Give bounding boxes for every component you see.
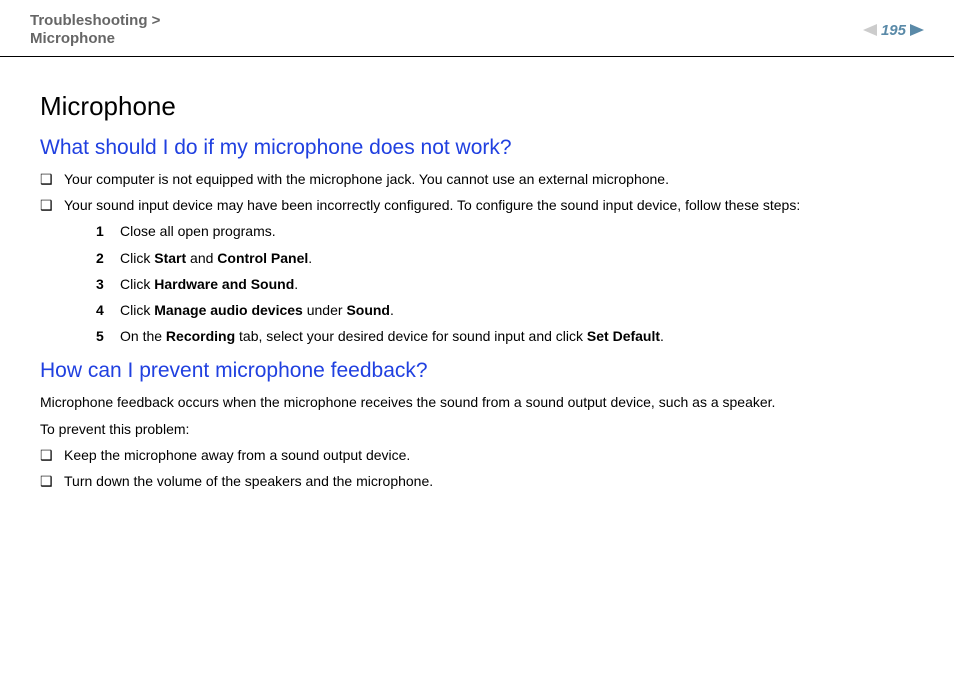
step-number: 5 bbox=[96, 327, 120, 345]
list-item: ❑ Keep the microphone away from a sound … bbox=[40, 446, 914, 464]
step-item: 1 Close all open programs. bbox=[96, 222, 914, 240]
breadcrumb-line1: Troubleshooting > bbox=[30, 12, 160, 30]
bullet-text: Your computer is not equipped with the m… bbox=[64, 170, 669, 188]
paragraph: Microphone feedback occurs when the micr… bbox=[40, 393, 914, 411]
step-text: Click Hardware and Sound. bbox=[120, 275, 298, 293]
section2-heading: How can I prevent microphone feedback? bbox=[40, 359, 914, 383]
section1-heading: What should I do if my microphone does n… bbox=[40, 136, 914, 160]
paragraph: To prevent this problem: bbox=[40, 420, 914, 438]
breadcrumb: Troubleshooting > Microphone bbox=[30, 12, 160, 48]
step-item: 5 On the Recording tab, select your desi… bbox=[96, 327, 914, 345]
breadcrumb-line2: Microphone bbox=[30, 30, 160, 48]
next-page-icon[interactable] bbox=[910, 24, 924, 36]
step-number: 4 bbox=[96, 301, 120, 319]
step-text: On the Recording tab, select your desire… bbox=[120, 327, 664, 345]
bullet-icon: ❑ bbox=[40, 196, 64, 214]
bullet-text: Keep the microphone away from a sound ou… bbox=[64, 446, 410, 464]
bullet-icon: ❑ bbox=[40, 446, 64, 464]
bullet-icon: ❑ bbox=[40, 170, 64, 188]
step-text: Click Manage audio devices under Sound. bbox=[120, 301, 394, 319]
page-title: Microphone bbox=[40, 91, 914, 122]
page-header: Troubleshooting > Microphone 195 bbox=[0, 0, 954, 57]
step-number: 3 bbox=[96, 275, 120, 293]
bullet-text: Turn down the volume of the speakers and… bbox=[64, 472, 433, 490]
step-item: 3 Click Hardware and Sound. bbox=[96, 275, 914, 293]
content-area: Microphone What should I do if my microp… bbox=[0, 57, 954, 518]
page-number: 195 bbox=[881, 22, 906, 39]
bullet-icon: ❑ bbox=[40, 472, 64, 490]
list-item: ❑ Your computer is not equipped with the… bbox=[40, 170, 914, 188]
step-number: 2 bbox=[96, 249, 120, 267]
step-text: Click Start and Control Panel. bbox=[120, 249, 312, 267]
step-item: 4 Click Manage audio devices under Sound… bbox=[96, 301, 914, 319]
list-item: ❑ Turn down the volume of the speakers a… bbox=[40, 472, 914, 490]
page-nav: 195 bbox=[863, 22, 924, 39]
list-item: ❑ Your sound input device may have been … bbox=[40, 196, 914, 214]
bullet-text: Your sound input device may have been in… bbox=[64, 196, 800, 214]
step-item: 2 Click Start and Control Panel. bbox=[96, 249, 914, 267]
step-number: 1 bbox=[96, 222, 120, 240]
step-text: Close all open programs. bbox=[120, 222, 276, 240]
prev-page-icon[interactable] bbox=[863, 24, 877, 36]
